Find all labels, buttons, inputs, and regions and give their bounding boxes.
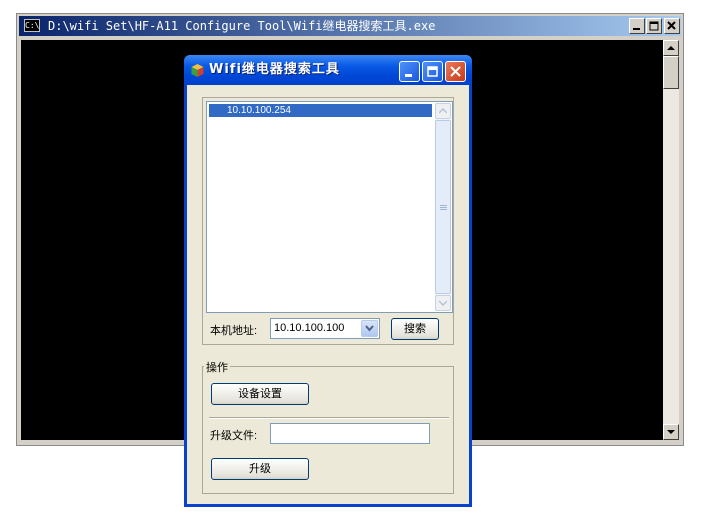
listbox-scroll-up-button[interactable] <box>435 103 451 119</box>
dialog-client-area: 10.10.100.254 本机地址: 10.10.100.100 搜索 操作 … <box>187 85 469 504</box>
minimize-icon <box>405 74 412 77</box>
arrow-up-icon <box>439 108 447 114</box>
close-icon <box>450 66 461 77</box>
maximize-icon <box>427 66 438 77</box>
search-button[interactable]: 搜索 <box>391 318 439 340</box>
arrow-up-icon <box>667 46 675 50</box>
console-close-button[interactable] <box>664 18 680 34</box>
operations-legend: 操作 <box>204 359 230 375</box>
console-vertical-scrollbar[interactable] <box>663 40 679 440</box>
console-maximize-button[interactable] <box>646 18 662 34</box>
search-tool-dialog: Wifi继电器搜索工具 10.10.100.254 本机地址: 10.10.10… <box>184 55 472 507</box>
close-icon <box>667 21 676 30</box>
console-minimize-button[interactable] <box>629 18 645 34</box>
console-scroll-thumb[interactable] <box>663 56 679 89</box>
dialog-close-button[interactable] <box>445 61 466 82</box>
device-listbox[interactable]: 10.10.100.254 <box>206 101 453 313</box>
console-title: D:\wifi Set\HF-A11 Configure Tool\Wifi继电… <box>48 19 436 33</box>
dialog-minimize-button[interactable] <box>399 61 420 82</box>
scroll-down-button[interactable] <box>663 424 679 440</box>
grip-line <box>440 209 447 210</box>
listbox-vertical-scrollbar[interactable] <box>435 103 451 311</box>
grip-line <box>440 207 447 208</box>
device-list-item[interactable]: 10.10.100.254 <box>209 104 432 117</box>
local-address-value: 10.10.100.100 <box>274 322 345 334</box>
upgrade-file-label: 升级文件: <box>210 430 258 442</box>
console-app-icon: C:\ <box>24 19 40 32</box>
listbox-scroll-thumb[interactable] <box>435 120 451 294</box>
local-address-combobox[interactable]: 10.10.100.100 <box>270 318 380 339</box>
listbox-scroll-down-button[interactable] <box>435 295 451 311</box>
app-cube-icon <box>191 64 204 77</box>
dialog-title: Wifi继电器搜索工具 <box>209 62 340 77</box>
combo-dropdown-button[interactable] <box>361 320 378 337</box>
arrow-down-icon <box>439 300 447 306</box>
dialog-title-bar[interactable]: Wifi继电器搜索工具 <box>184 55 472 85</box>
arrow-down-icon <box>667 430 675 434</box>
maximize-icon <box>649 21 659 31</box>
upgrade-button[interactable]: 升级 <box>211 458 309 480</box>
chevron-down-icon <box>365 325 374 332</box>
device-settings-button[interactable]: 设备设置 <box>211 383 309 405</box>
upgrade-file-input[interactable] <box>270 423 430 444</box>
group-divider <box>209 417 449 419</box>
grip-line <box>440 205 447 206</box>
minimize-icon <box>633 28 640 30</box>
scroll-up-button[interactable] <box>663 40 679 56</box>
console-title-bar[interactable]: C:\ D:\wifi Set\HF-A11 Configure Tool\Wi… <box>19 16 681 36</box>
local-address-label: 本机地址: <box>210 325 258 337</box>
dialog-maximize-button[interactable] <box>422 61 443 82</box>
